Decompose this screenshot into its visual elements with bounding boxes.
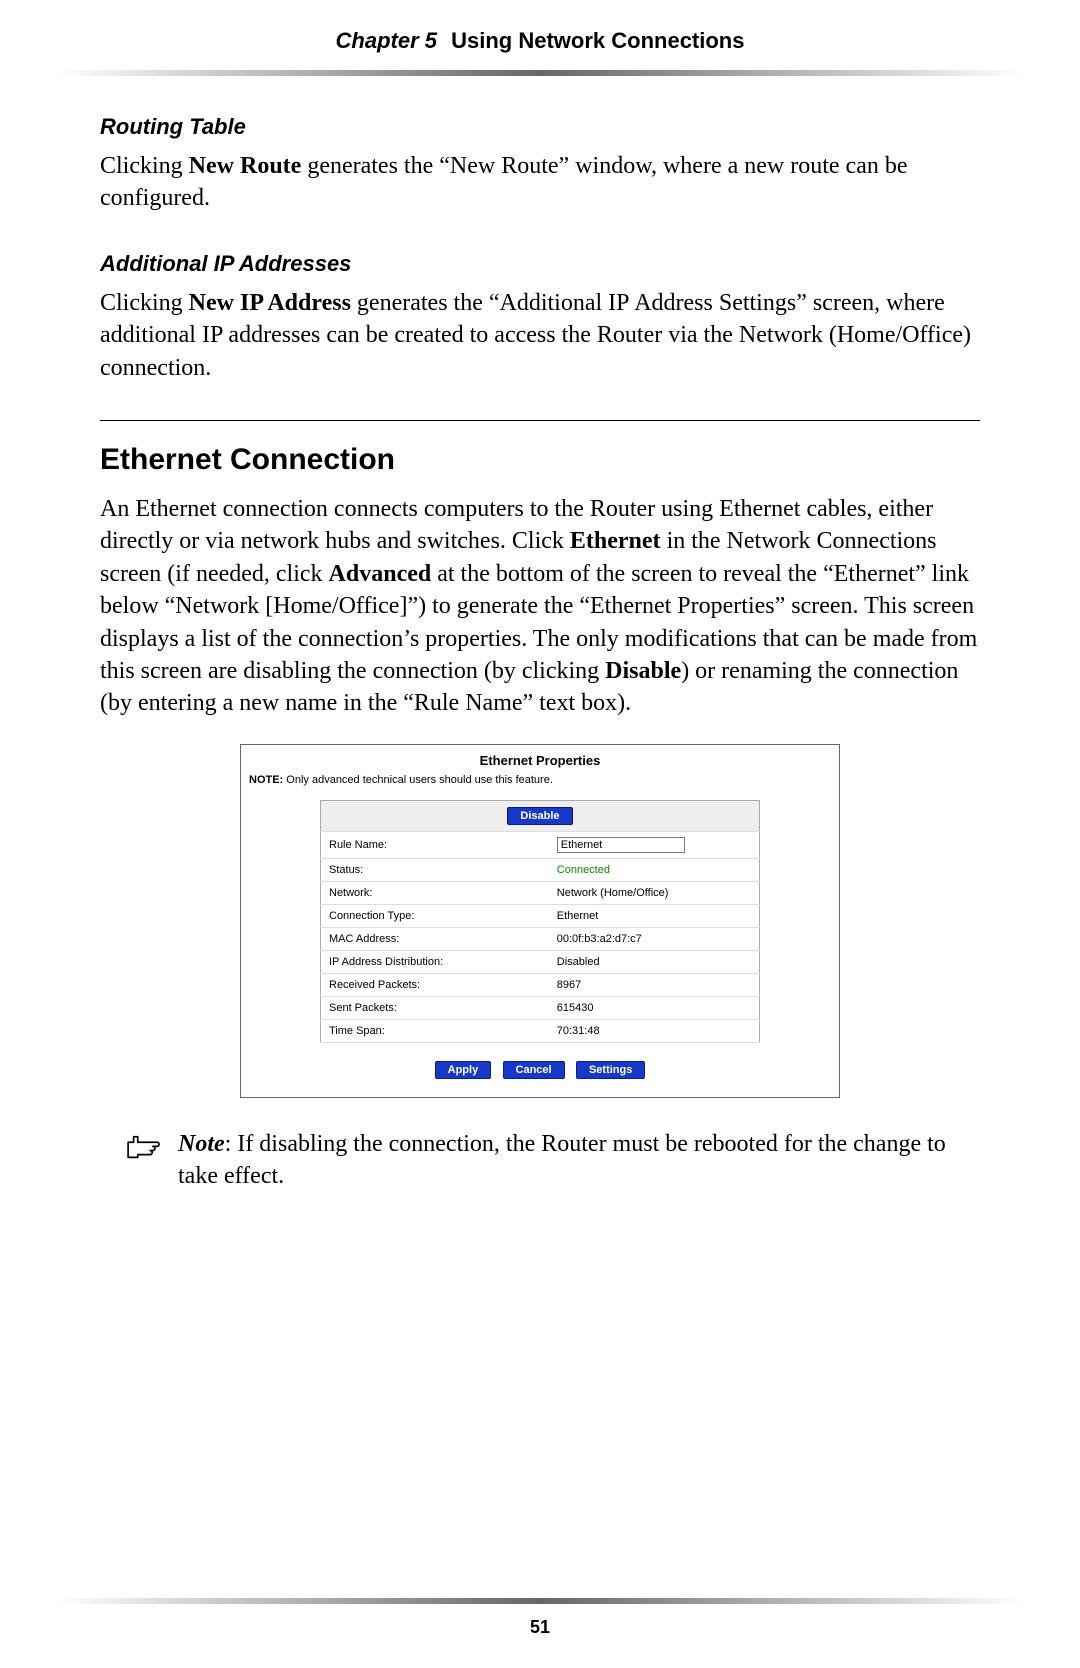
prop-value: Ethernet bbox=[549, 904, 760, 927]
section-rule bbox=[100, 420, 980, 421]
prop-label: Received Packets: bbox=[321, 973, 549, 996]
note-text: Note: If disabling the connection, the R… bbox=[178, 1128, 980, 1193]
prop-label: Rule Name: bbox=[321, 831, 549, 858]
prop-value-status: Connected bbox=[549, 858, 760, 881]
pointing-hand-icon bbox=[124, 1128, 168, 1167]
heading-ethernet-connection: Ethernet Connection bbox=[100, 443, 980, 477]
table-row: Network: Network (Home/Office) bbox=[321, 881, 760, 904]
text: Clicking bbox=[100, 290, 189, 316]
prop-value: 70:31:48 bbox=[549, 1019, 760, 1042]
bold: Advanced bbox=[329, 561, 432, 587]
panel-note-label: NOTE: bbox=[249, 774, 283, 786]
table-row: Sent Packets: 615430 bbox=[321, 996, 760, 1019]
heading-additional-ip: Additional IP Addresses bbox=[100, 251, 980, 277]
rule-name-input[interactable] bbox=[557, 837, 685, 853]
page-number: 51 bbox=[0, 1617, 1080, 1638]
prop-label: Status: bbox=[321, 858, 549, 881]
chapter-number: Chapter 5 bbox=[336, 28, 437, 53]
table-row: Time Span: 70:31:48 bbox=[321, 1019, 760, 1042]
table-row: MAC Address: 00:0f:b3:a2:d7:c7 bbox=[321, 927, 760, 950]
prop-value: 615430 bbox=[549, 996, 760, 1019]
chapter-header: Chapter 5 Using Network Connections bbox=[0, 0, 1080, 54]
additional-ip-paragraph: Clicking New IP Address generates the “A… bbox=[100, 287, 980, 384]
prop-label: Time Span: bbox=[321, 1019, 549, 1042]
table-row: IP Address Distribution: Disabled bbox=[321, 950, 760, 973]
prop-value: Network (Home/Office) bbox=[549, 881, 760, 904]
settings-button[interactable]: Settings bbox=[576, 1061, 645, 1079]
bold: Disable bbox=[605, 658, 681, 684]
header-rule bbox=[0, 70, 1080, 76]
footer-rule bbox=[0, 1598, 1080, 1604]
panel-note-text: Only advanced technical users should use… bbox=[283, 774, 553, 786]
routing-paragraph: Clicking New Route generates the “New Ro… bbox=[100, 150, 980, 215]
panel-button-row: Apply Cancel Settings bbox=[249, 1061, 831, 1079]
chapter-title: Using Network Connections bbox=[451, 28, 744, 53]
text: Clicking bbox=[100, 153, 189, 179]
prop-label: Connection Type: bbox=[321, 904, 549, 927]
table-row: Status: Connected bbox=[321, 858, 760, 881]
apply-button[interactable]: Apply bbox=[435, 1061, 492, 1079]
heading-routing-table: Routing Table bbox=[100, 114, 980, 140]
note-block: Note: If disabling the connection, the R… bbox=[100, 1128, 980, 1193]
note-body: : If disabling the connection, the Route… bbox=[178, 1131, 946, 1189]
ethernet-paragraph: An Ethernet connection connects computer… bbox=[100, 493, 980, 720]
table-row: Received Packets: 8967 bbox=[321, 973, 760, 996]
prop-value: 00:0f:b3:a2:d7:c7 bbox=[549, 927, 760, 950]
panel-note: NOTE: Only advanced technical users shou… bbox=[249, 774, 831, 786]
table-header-row: Disable bbox=[321, 800, 760, 831]
smallcaps: IP bbox=[608, 290, 629, 316]
note-label: Note bbox=[178, 1131, 225, 1157]
text: generates the “Additional bbox=[351, 290, 608, 316]
bold: New Route bbox=[189, 153, 302, 179]
bold: New IP Address bbox=[189, 290, 351, 316]
panel-title: Ethernet Properties bbox=[249, 753, 831, 768]
table-row: Rule Name: bbox=[321, 831, 760, 858]
prop-value: 8967 bbox=[549, 973, 760, 996]
prop-label: Network: bbox=[321, 881, 549, 904]
prop-label: IP Address Distribution: bbox=[321, 950, 549, 973]
disable-button[interactable]: Disable bbox=[507, 807, 572, 825]
prop-label: Sent Packets: bbox=[321, 996, 549, 1019]
table-row: Connection Type: Ethernet bbox=[321, 904, 760, 927]
prop-value: Disabled bbox=[549, 950, 760, 973]
cancel-button[interactable]: Cancel bbox=[503, 1061, 565, 1079]
properties-table: Disable Rule Name: Status: Connected Net… bbox=[320, 800, 760, 1043]
bold: Ethernet bbox=[570, 528, 661, 554]
prop-label: MAC Address: bbox=[321, 927, 549, 950]
ethernet-properties-panel: Ethernet Properties NOTE: Only advanced … bbox=[240, 744, 840, 1098]
